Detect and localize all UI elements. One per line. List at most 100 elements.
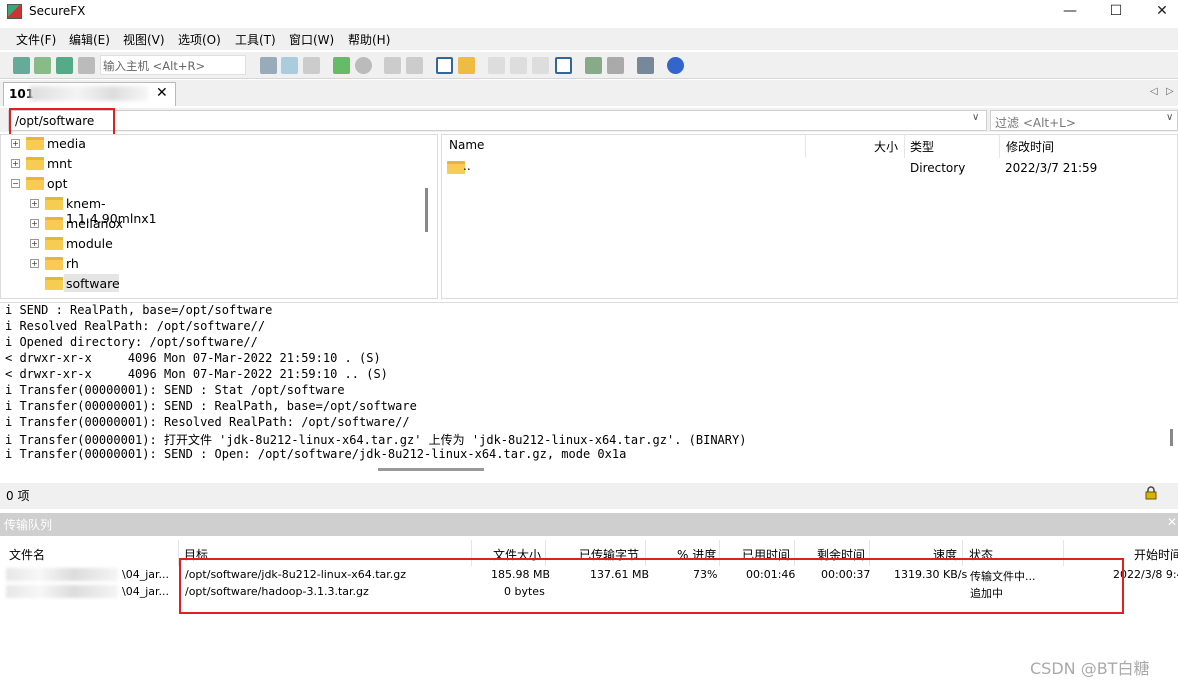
title-bar: [0, 0, 1178, 24]
menu-tools[interactable]: 工具(T): [235, 31, 276, 48]
log-line: i Transfer(00000001): SEND : Open: /opt/…: [5, 447, 627, 461]
folder-icon: [26, 137, 44, 150]
queue-highlight-box: [179, 558, 1124, 614]
tree-view-icon[interactable]: [436, 57, 453, 74]
large-icons-icon[interactable]: [488, 57, 505, 74]
folder-icon: [45, 277, 63, 290]
minimize-button[interactable]: —: [1047, 0, 1093, 24]
column-divider[interactable]: [805, 134, 806, 158]
column-divider[interactable]: [904, 134, 905, 158]
menu-file[interactable]: 文件(F): [16, 31, 56, 48]
menu-options[interactable]: 选项(O): [178, 31, 221, 48]
queue-header-filename[interactable]: 文件名: [9, 546, 45, 563]
tree-item-label: module: [66, 236, 113, 251]
session-manager-icon[interactable]: [637, 57, 654, 74]
expand-icon[interactable]: +: [30, 219, 39, 228]
tab-scroll-left-icon[interactable]: ◁: [1150, 86, 1158, 97]
copy-icon[interactable]: [281, 57, 298, 74]
connect-icon[interactable]: [13, 57, 30, 74]
paste-icon[interactable]: [303, 57, 320, 74]
path-dropdown-icon[interactable]: ∨: [972, 112, 979, 123]
column-header-name[interactable]: Name: [449, 138, 484, 152]
tree-item-label: mellanox: [66, 216, 124, 231]
file-name: ..: [463, 159, 471, 173]
filter-dropdown-icon[interactable]: ∨: [1166, 112, 1173, 123]
close-window-button[interactable]: ✕: [1139, 0, 1178, 24]
tree-item-label: mnt: [47, 156, 72, 171]
queue-header-start[interactable]: 开始时间: [1134, 546, 1178, 563]
host-input[interactable]: 输入主机 <Alt+R>: [100, 55, 246, 75]
list-view-icon[interactable]: [532, 57, 549, 74]
tab-bar: [0, 80, 1178, 106]
column-header-size[interactable]: 大小: [874, 138, 898, 155]
expand-icon[interactable]: +: [11, 139, 20, 148]
log-line: i Transfer(00000001): SEND : RealPath, b…: [5, 399, 417, 413]
tree-item-label: media: [47, 136, 86, 151]
tree-scrollbar[interactable]: [425, 188, 428, 232]
expand-icon[interactable]: +: [30, 259, 39, 268]
folder-icon: [45, 237, 63, 250]
log-vertical-scrollbar[interactable]: [1170, 429, 1173, 446]
expand-icon[interactable]: +: [11, 159, 20, 168]
file-modified: 2022/3/7 21:59: [1005, 161, 1098, 175]
key-icon[interactable]: [607, 57, 624, 74]
tree-item-label: software: [66, 276, 120, 291]
menu-edit[interactable]: 编辑(E): [69, 31, 110, 48]
disconnect-icon[interactable]: [78, 57, 95, 74]
log-horizontal-scrollbar[interactable]: [378, 468, 484, 471]
small-icons-icon[interactable]: [510, 57, 527, 74]
redacted-path: [6, 585, 118, 598]
redacted-path: [6, 568, 118, 581]
folder-icon: [26, 157, 44, 170]
tree-item-label: rh: [66, 256, 79, 271]
collapse-icon[interactable]: −: [11, 179, 20, 188]
tab-close-icon[interactable]: ✕: [156, 85, 168, 101]
tree-item-label: opt: [47, 176, 68, 191]
sync-icon[interactable]: [585, 57, 602, 74]
refresh-icon[interactable]: [333, 57, 350, 74]
folder-open-icon: [26, 177, 44, 190]
transfer-queue-header: [0, 513, 1178, 535]
delete-icon[interactable]: [384, 57, 401, 74]
cut-icon[interactable]: [260, 57, 277, 74]
item-count: 0 项: [6, 489, 30, 503]
folder-icon: [45, 257, 63, 270]
menu-bar: [0, 28, 1178, 50]
menu-window[interactable]: 窗口(W): [289, 31, 334, 48]
parent-folder-icon[interactable]: [458, 57, 475, 74]
transfer-queue-title: 传输队列: [4, 518, 53, 532]
menu-view[interactable]: 视图(V): [123, 31, 165, 48]
tab-scroll-right-icon[interactable]: ▷: [1166, 86, 1174, 97]
log-line: i Transfer(00000001): SEND : Stat /opt/s…: [5, 383, 345, 397]
menu-help[interactable]: 帮助(H): [348, 31, 390, 48]
log-line: i SEND : RealPath, base=/opt/software: [5, 303, 273, 317]
details-view-icon[interactable]: [555, 57, 572, 74]
log-line: < drwxr-xr-x 4096 Mon 07-Mar-2022 21:59:…: [5, 351, 381, 365]
log-line: i Transfer(00000001): 打开文件 'jdk-8u212-li…: [5, 433, 747, 447]
column-header-modified[interactable]: 修改时间: [1006, 138, 1054, 155]
queue-close-icon[interactable]: ✕: [1167, 515, 1177, 529]
redacted-hostname: [30, 86, 148, 101]
maximize-button[interactable]: ☐: [1093, 0, 1139, 24]
help-icon[interactable]: [667, 57, 684, 74]
path-input[interactable]: /opt/software: [8, 110, 987, 131]
lock-icon: [1145, 486, 1157, 500]
quick-connect-icon[interactable]: [34, 57, 51, 74]
column-divider[interactable]: [999, 134, 1000, 158]
expand-icon[interactable]: +: [30, 239, 39, 248]
log-line: i Transfer(00000001): Resolved RealPath:…: [5, 415, 410, 429]
properties-icon[interactable]: [406, 57, 423, 74]
queue-filename: \04_jar...: [122, 585, 170, 598]
file-row[interactable]: .. Directory 2022/3/7 21:59: [441, 157, 1178, 179]
filter-input[interactable]: 过滤 <Alt+L>: [990, 110, 1178, 131]
stop-icon[interactable]: [355, 57, 372, 74]
column-header-type[interactable]: 类型: [910, 138, 934, 155]
log-line: i Resolved RealPath: /opt/software//: [5, 319, 266, 333]
reconnect-icon[interactable]: [56, 57, 73, 74]
log-line: i Opened directory: /opt/software//: [5, 335, 258, 349]
folder-icon: [45, 217, 63, 230]
expand-icon[interactable]: +: [30, 199, 39, 208]
status-bar: [0, 483, 1178, 509]
watermark: CSDN @BT白糖: [1030, 659, 1150, 678]
log-line: < drwxr-xr-x 4096 Mon 07-Mar-2022 21:59:…: [5, 367, 388, 381]
